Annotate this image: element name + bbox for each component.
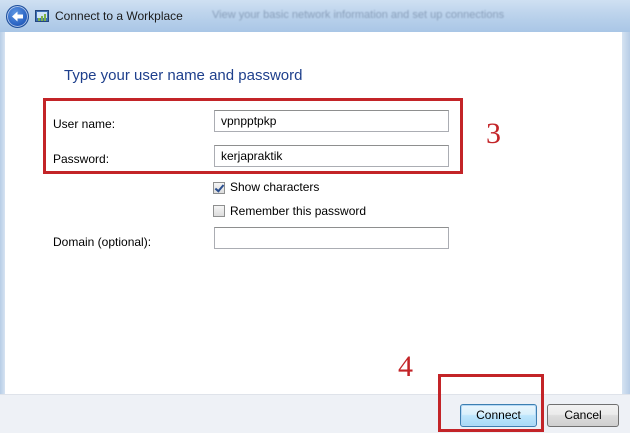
back-arrow-icon <box>12 11 23 22</box>
network-connection-icon <box>35 10 49 22</box>
cancel-button[interactable]: Cancel <box>547 404 619 427</box>
annotation-step-4: 4 <box>398 350 413 383</box>
domain-label: Domain (optional): <box>53 235 152 249</box>
annotation-box-credentials <box>43 98 463 174</box>
back-button[interactable] <box>6 5 29 28</box>
domain-field[interactable] <box>214 227 449 249</box>
page-title: Type your user name and password <box>64 67 303 84</box>
title-bar: Connect to a Workplace View your basic n… <box>0 0 630 33</box>
remember-password-checkbox[interactable] <box>213 205 225 217</box>
background-window-title: View your basic network information and … <box>212 9 505 21</box>
show-characters-checkbox[interactable] <box>213 182 225 194</box>
connect-button[interactable]: Connect <box>460 404 537 427</box>
remember-password-label: Remember this password <box>230 204 367 218</box>
window-title: Connect to a Workplace <box>55 9 183 23</box>
window-frame-right <box>622 32 630 432</box>
show-characters-label: Show characters <box>230 180 320 194</box>
annotation-step-3: 3 <box>486 117 501 150</box>
